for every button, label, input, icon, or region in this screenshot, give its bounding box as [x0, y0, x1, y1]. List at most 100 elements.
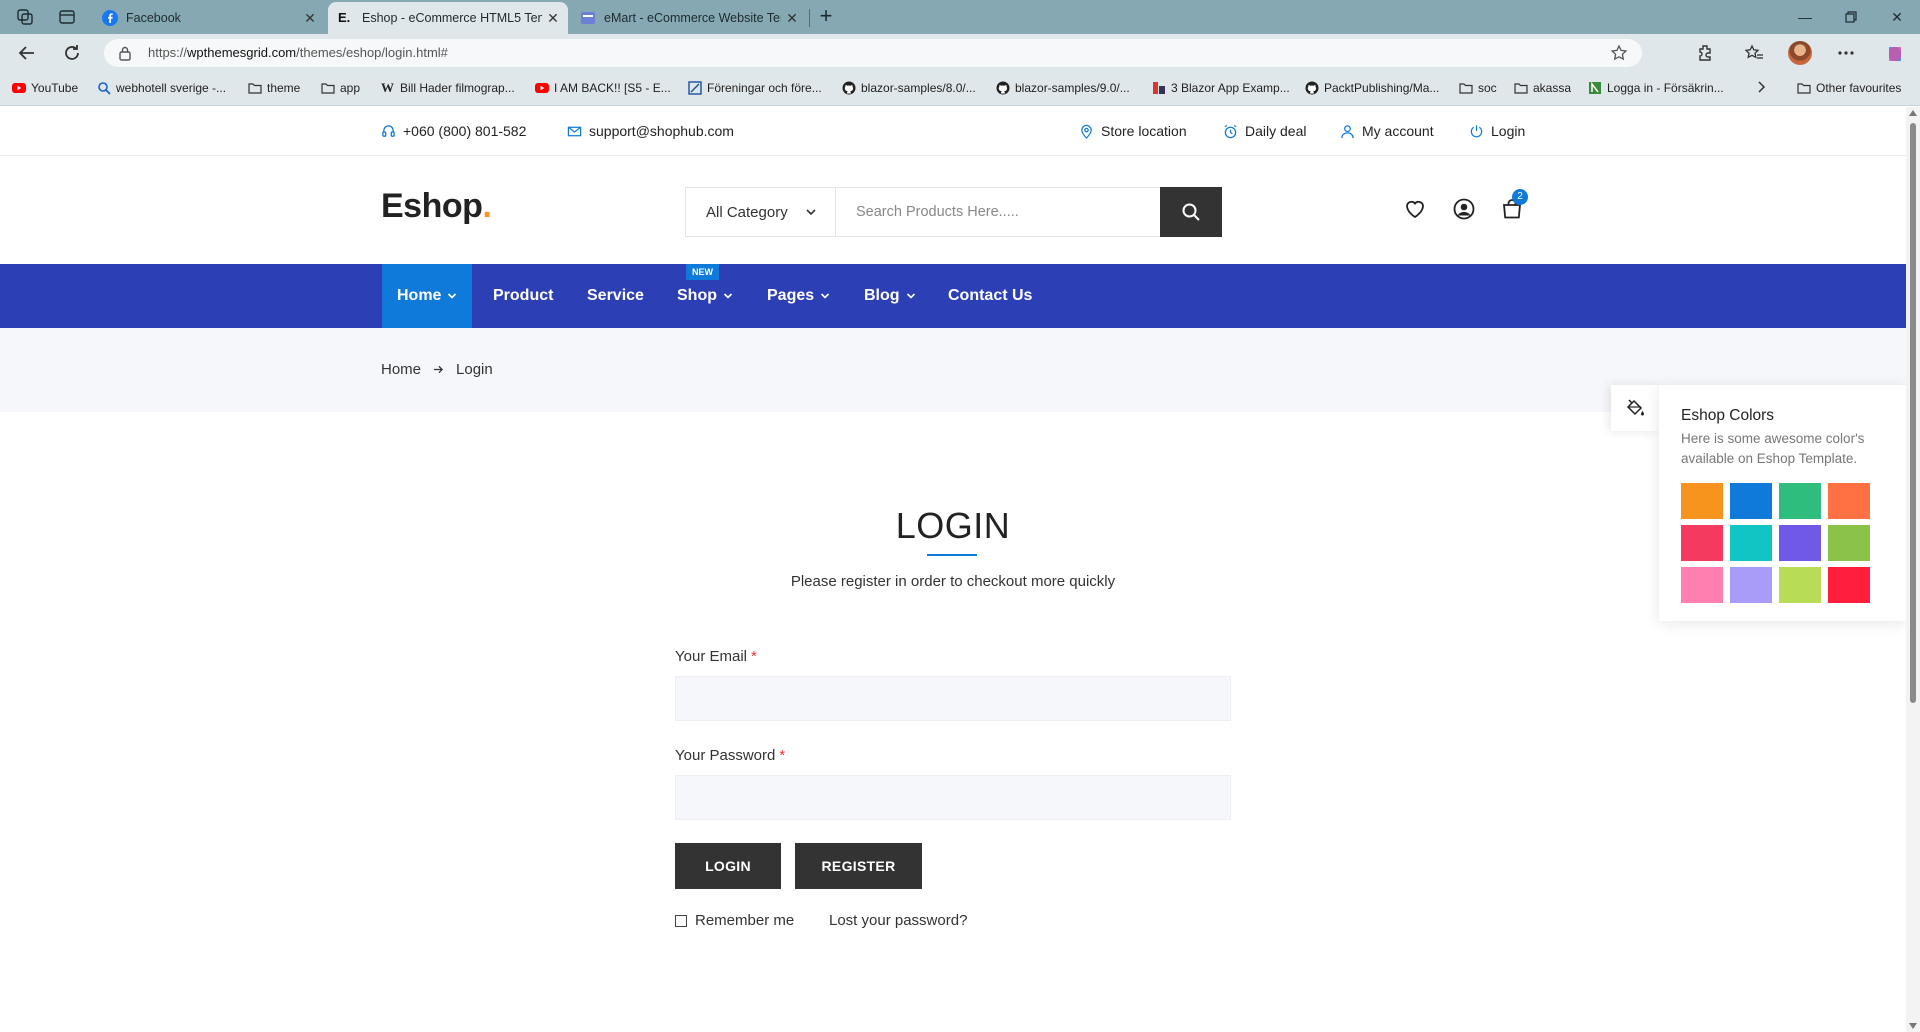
more-options-icon[interactable] — [1836, 43, 1856, 63]
tab-title: Facebook — [126, 11, 181, 25]
remember-checkbox[interactable] — [675, 914, 687, 927]
site-icon — [1588, 81, 1602, 95]
color-swatch[interactable] — [1730, 525, 1772, 561]
browser-tab-strip: Facebook ✕ E. Eshop - eCommerce HTML5 Te… — [0, 0, 1920, 34]
color-swatch[interactable] — [1681, 483, 1723, 519]
bookmark-i-am-back[interactable]: I AM BACK!! [S5 - E... — [535, 81, 671, 95]
login-button[interactable]: LOGIN — [675, 843, 781, 889]
tab-eshop[interactable]: E. Eshop - eCommerce HTML5 Temp ✕ — [328, 2, 568, 34]
minimize-button[interactable]: — — [1790, 6, 1820, 28]
nav-item-pages[interactable]: Pages — [767, 264, 830, 328]
nav-item-contact-us[interactable]: Contact Us — [948, 264, 1032, 328]
close-icon[interactable]: ✕ — [542, 7, 564, 29]
color-swatch[interactable] — [1730, 567, 1772, 603]
back-arrow-icon[interactable] — [16, 42, 38, 64]
folder-icon — [321, 81, 335, 95]
password-field[interactable] — [675, 775, 1231, 820]
color-swatch[interactable] — [1779, 567, 1821, 603]
color-swatch[interactable] — [1681, 525, 1723, 561]
scrollbar-thumb[interactable] — [1910, 123, 1916, 703]
url-bar[interactable]: https://wpthemesgrid.com/themes/eshop/lo… — [104, 39, 1642, 67]
breadcrumb-home-link[interactable]: Home — [381, 361, 421, 378]
top-info-bar: +060 (800) 801-582 support@shophub.com S… — [0, 107, 1906, 156]
tab-facebook[interactable]: Facebook ✕ — [92, 2, 325, 34]
url-text[interactable]: https://wpthemesgrid.com/themes/eshop/lo… — [148, 45, 448, 60]
account-user-icon[interactable] — [1452, 197, 1476, 221]
title-underline — [927, 554, 977, 556]
chevron-down-icon — [723, 291, 733, 301]
bookmark-packtpublishing[interactable]: PacktPublishing/Ma... — [1305, 81, 1439, 95]
close-icon[interactable]: ✕ — [299, 7, 321, 29]
color-swatch[interactable] — [1681, 567, 1723, 603]
nav-item-service[interactable]: Service — [587, 264, 644, 328]
color-swatch[interactable] — [1828, 483, 1870, 519]
facebook-icon — [102, 10, 118, 26]
workspaces-icon[interactable] — [15, 7, 35, 27]
main-navigation: Home Product Service NEW Shop Pages Blog… — [0, 264, 1906, 328]
power-icon — [1469, 124, 1484, 139]
extensions-icon[interactable] — [1695, 43, 1715, 63]
new-tab-button[interactable]: + — [815, 5, 837, 28]
breadcrumb-current: Login — [456, 361, 493, 378]
bookmark-blazor-9[interactable]: blazor-samples/9.0/... — [996, 81, 1130, 95]
tab-emart[interactable]: eMart - eCommerce Website Tem ✕ — [570, 2, 807, 34]
scroll-down-arrow-icon[interactable] — [1909, 1023, 1917, 1029]
bookmark-youtube[interactable]: YouTube — [12, 81, 78, 95]
search-button[interactable] — [1160, 187, 1222, 237]
category-select[interactable]: All Category — [686, 188, 836, 236]
login-link[interactable]: Login — [1469, 123, 1525, 139]
bookmark-folder-soc[interactable]: soc — [1459, 81, 1497, 95]
bookmark-foreningar[interactable]: Föreningar och före... — [688, 81, 822, 95]
bookmarks-bar: YouTube webhotell sverige -... theme app… — [0, 72, 1920, 106]
color-swatch[interactable] — [1730, 483, 1772, 519]
bookmark-folder-akassa[interactable]: akassa — [1514, 81, 1571, 95]
bookmark-bill-hader[interactable]: W Bill Hader filmograp... — [381, 81, 515, 96]
nav-item-product[interactable]: Product — [493, 264, 553, 328]
scroll-up-arrow-icon[interactable] — [1909, 110, 1917, 116]
profile-avatar[interactable] — [1788, 41, 1812, 65]
more-bookmarks-chevron-icon[interactable] — [1756, 81, 1766, 93]
headset-icon — [381, 124, 396, 139]
envelope-icon — [567, 124, 582, 139]
tab-actions-icon[interactable] — [57, 7, 77, 27]
wishlist-heart-icon[interactable] — [1403, 197, 1427, 221]
color-switcher-toggle[interactable] — [1611, 385, 1659, 431]
nav-item-home[interactable]: Home — [382, 264, 473, 328]
store-location-link[interactable]: Store location — [1079, 123, 1187, 139]
bookmark-logga-in[interactable]: Logga in - Försäkrin... — [1588, 81, 1724, 95]
daily-deal-link[interactable]: Daily deal — [1223, 123, 1306, 139]
color-swatch[interactable] — [1828, 525, 1870, 561]
refresh-icon[interactable] — [61, 42, 83, 64]
my-account-link[interactable]: My account — [1340, 123, 1434, 139]
remember-me[interactable]: Remember me — [675, 912, 794, 929]
lock-icon[interactable] — [118, 45, 132, 61]
restore-button[interactable] — [1836, 6, 1866, 28]
favorites-icon[interactable] — [1744, 43, 1764, 63]
close-window-button[interactable]: ✕ — [1882, 6, 1912, 28]
lost-password-link[interactable]: Lost your password? — [829, 912, 967, 929]
email-label: Your Email * — [675, 648, 757, 665]
bookmark-blazor-examples[interactable]: 3 Blazor App Examp... — [1152, 81, 1290, 95]
page-scrollbar[interactable] — [1906, 107, 1920, 1032]
map-pin-icon — [1079, 124, 1094, 139]
bookmark-blazor-8[interactable]: blazor-samples/8.0/... — [842, 81, 976, 95]
copilot-icon[interactable] — [1884, 43, 1904, 63]
nav-item-blog[interactable]: Blog — [864, 264, 916, 328]
register-button[interactable]: REGISTER — [795, 843, 922, 889]
color-swatch[interactable] — [1779, 483, 1821, 519]
cart-count-badge: 2 — [1512, 189, 1528, 205]
site-logo[interactable]: Eshop. — [381, 187, 492, 226]
color-swatch[interactable] — [1779, 525, 1821, 561]
other-favourites[interactable]: Other favourites — [1797, 81, 1901, 95]
close-icon[interactable]: ✕ — [781, 7, 803, 29]
nav-item-shop[interactable]: Shop — [677, 264, 733, 328]
bookmark-folder-theme[interactable]: theme — [248, 81, 300, 95]
bookmark-folder-app[interactable]: app — [321, 81, 360, 95]
favorite-star-icon[interactable] — [1610, 44, 1628, 62]
email-field[interactable] — [675, 676, 1231, 721]
search-input[interactable] — [838, 188, 1158, 236]
color-swatch[interactable] — [1828, 567, 1870, 603]
tab-separator — [809, 9, 810, 27]
password-label: Your Password * — [675, 747, 786, 764]
bookmark-webhotell[interactable]: webhotell sverige -... — [97, 81, 226, 95]
